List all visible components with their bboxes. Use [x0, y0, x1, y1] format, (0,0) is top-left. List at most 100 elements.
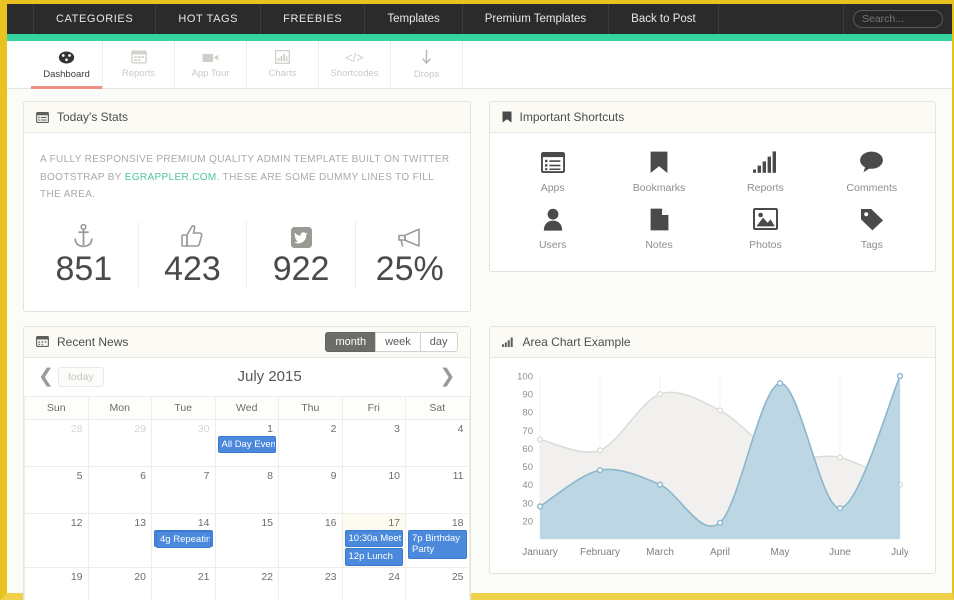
tab-app-tour[interactable]: App Tour: [175, 41, 247, 88]
day-number: 5: [76, 469, 83, 482]
calendar-day-cell[interactable]: 9: [278, 465, 343, 514]
day-number: 8: [267, 469, 273, 482]
tab-drops[interactable]: Drops: [391, 41, 463, 88]
calendar-day-cell[interactable]: 16: [278, 512, 343, 569]
calendar-day-cell[interactable]: 5: [24, 465, 89, 514]
topnav-item-templates[interactable]: Templates: [365, 4, 463, 34]
topnav-item-back-to-post[interactable]: Back to Post: [609, 4, 719, 34]
calendar-day-cell[interactable]: 12: [24, 512, 89, 569]
calendar-week-row: 5 6 7 8 9 10 11: [24, 465, 470, 514]
tab-label: Charts: [268, 68, 297, 79]
stat-twitter: 922: [247, 221, 356, 289]
calendar-table: Sun Mon Tue Wed Thu Fri Sat 28 29 30 1 A…: [24, 396, 470, 600]
stat-value: 423: [164, 249, 221, 288]
shortcut-tags[interactable]: Tags: [819, 206, 925, 251]
shortcut-bookmarks[interactable]: Bookmarks: [606, 149, 712, 194]
shortcut-notes[interactable]: Notes: [606, 206, 712, 251]
shortcut-apps[interactable]: Apps: [500, 149, 606, 194]
calendar-day-cell[interactable]: 22: [214, 567, 279, 600]
topnav-item-freebies[interactable]: FREEBIES: [261, 4, 366, 34]
calendar-day-cell[interactable]: 13: [87, 512, 152, 569]
egrappler-link[interactable]: EGRAPPLER.COM.: [125, 172, 220, 183]
anchor-icon: [73, 222, 94, 248]
chevron-right-icon[interactable]: ❯: [436, 367, 460, 386]
search-input[interactable]: [853, 10, 943, 28]
svg-text:30: 30: [522, 498, 533, 509]
calendar-day-cell[interactable]: 25: [405, 567, 470, 600]
calendar-day-cell[interactable]: 24: [341, 567, 406, 600]
panel-title: Important Shortcuts: [519, 110, 625, 124]
calendar-day-cell[interactable]: 6: [87, 465, 152, 514]
list-alt-icon: [36, 111, 49, 123]
shortcut-users[interactable]: Users: [500, 206, 606, 251]
calendar-event[interactable]: 12p Lunch: [344, 548, 403, 567]
calendar-day-cell[interactable]: 2: [278, 418, 343, 467]
tab-dashboard[interactable]: Dashboard: [31, 41, 103, 89]
day-number: 4: [457, 422, 464, 435]
shortcut-comments[interactable]: Comments: [819, 149, 925, 194]
calendar-day-cell[interactable]: 14 Long Event 4g Repeating Event: [151, 512, 216, 569]
calendar-event[interactable]: 10:30a Meeting: [344, 529, 403, 548]
calendar-day-cell[interactable]: 11: [405, 465, 470, 514]
comment-bubble-icon: [859, 149, 884, 175]
day-number: 28: [70, 422, 83, 435]
calendar-event[interactable]: 4g Repeating Event: [156, 530, 211, 549]
day-number: 14: [197, 516, 210, 529]
svg-text:60: 60: [522, 444, 533, 455]
content-row-bottom: Recent News month week day ❮ today July …: [23, 325, 936, 600]
calendar-day-cell[interactable]: 10: [341, 465, 406, 514]
today-button[interactable]: today: [58, 366, 104, 387]
calendar-day-cell[interactable]: 28: [24, 418, 89, 467]
calendar-day-cell[interactable]: 15: [214, 512, 279, 569]
area-chart-header: Area Chart Example: [489, 326, 935, 358]
view-day-button[interactable]: day: [419, 331, 458, 352]
shortcut-label: Apps: [540, 182, 565, 194]
shortcut-photos[interactable]: Photos: [712, 206, 818, 251]
calendar-day-cell[interactable]: 4: [405, 418, 470, 467]
stat-anchor: 851: [30, 221, 139, 289]
day-number: 18: [451, 516, 464, 529]
panel-title: Area Chart Example: [522, 334, 631, 349]
calendar-day-cell[interactable]: 20: [87, 567, 152, 600]
apps-list-icon: [540, 149, 565, 175]
calendar-event[interactable]: 7p Birthday Party: [408, 529, 467, 560]
topnav-item-premium-templates[interactable]: Premium Templates: [463, 4, 610, 34]
calendar-day-cell[interactable]: 21: [151, 567, 216, 600]
tab-shortcodes[interactable]: </> Shortcodes: [319, 41, 391, 88]
view-week-button[interactable]: week: [375, 331, 421, 352]
chevron-left-icon[interactable]: ❮: [34, 367, 58, 386]
content-row-top: Today's Stats A FULLY RESPONSIVE PREMIUM…: [23, 101, 936, 326]
calendar-day-cell[interactable]: 1 All Day Event: [214, 418, 279, 467]
calendar-day-cell-today[interactable]: 17 10:30a Meeting 12p Lunch: [341, 512, 406, 569]
topnav-item-hot-tags[interactable]: HOT TAGS: [156, 4, 262, 34]
secondary-tab-strip: Dashboard Reports App Tour Charts </> Sh…: [7, 41, 952, 89]
tab-reports[interactable]: Reports: [103, 41, 175, 88]
tag-icon: [860, 206, 884, 232]
shortcut-label: Users: [538, 239, 567, 251]
calendar-day-cell[interactable]: 8: [214, 465, 279, 514]
calendar-day-cell[interactable]: 19: [24, 567, 89, 600]
calendar-body: 28 29 30 1 All Day Event 2 3 4 5 6 7 8 9…: [24, 418, 470, 600]
weekday-sat: Sat: [405, 396, 470, 420]
calendar-day-cell[interactable]: 3: [341, 418, 406, 467]
view-month-button[interactable]: month: [325, 331, 377, 352]
shortcut-reports[interactable]: Reports: [712, 149, 818, 194]
calendar-day-cell[interactable]: 7: [151, 465, 216, 514]
panel-title: Today's Stats: [57, 110, 128, 124]
user-icon: [543, 206, 563, 232]
calendar-day-cell[interactable]: 29: [87, 418, 152, 467]
calendar-day-cell[interactable]: 30: [151, 418, 216, 467]
tab-charts[interactable]: Charts: [247, 41, 319, 88]
topnav-item-categories[interactable]: CATEGORIES: [34, 4, 157, 34]
shortcuts-row-1: Apps Bookmarks Reports Comments: [500, 149, 926, 194]
calendar-day-cell[interactable]: 23: [278, 567, 343, 600]
day-number: 6: [140, 469, 146, 482]
day-number: 3: [394, 422, 400, 435]
tab-label: Shortcodes: [330, 67, 379, 79]
tab-label: Drops: [413, 69, 440, 80]
calendar-day-cell[interactable]: 18 7p Birthday Party: [405, 512, 470, 569]
calendar-weekday-header: Sun Mon Tue Wed Thu Fri Sat: [24, 396, 470, 420]
topnav-filler: [719, 4, 844, 34]
calendar-event[interactable]: All Day Event: [217, 435, 276, 454]
download-arrow-icon: [421, 49, 432, 65]
